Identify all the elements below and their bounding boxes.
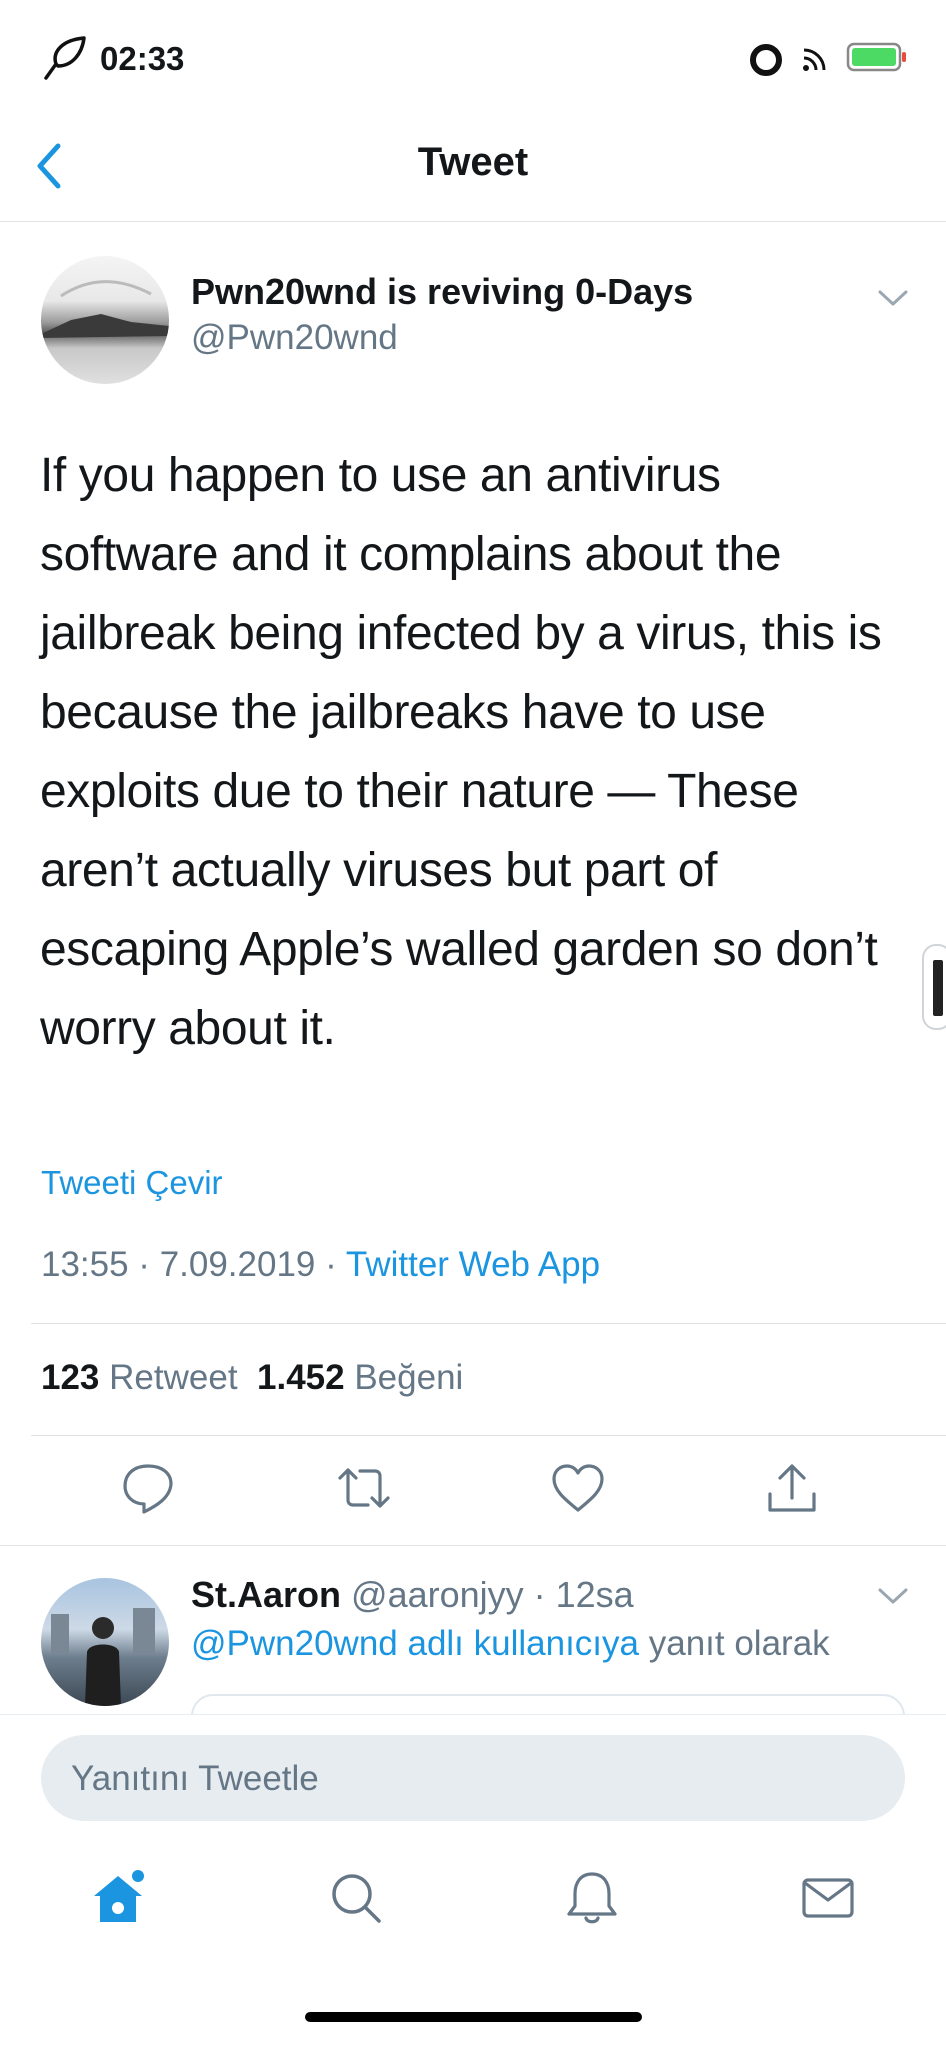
- author-avatar[interactable]: [41, 256, 169, 384]
- page-title: Tweet: [417, 140, 529, 184]
- reply-input-placeholder: Yanıtını Tweetle: [71, 1759, 319, 1798]
- chevron-down-icon[interactable]: [876, 1584, 910, 1608]
- side-drag-handle[interactable]: [922, 944, 946, 1030]
- compose-bar: Yanıtını Tweetle: [0, 1714, 946, 1824]
- loading-ring-icon: [750, 44, 782, 76]
- divider: [0, 1545, 946, 1546]
- home-indicator: [305, 2012, 642, 2022]
- nav-bar: Tweet: [0, 110, 946, 222]
- like-label[interactable]: Beğeni: [354, 1358, 463, 1397]
- author-name[interactable]: Pwn20wnd is reviving 0-Days: [191, 271, 693, 313]
- search-icon[interactable]: [326, 1868, 386, 1928]
- reply-author-name[interactable]: St.Aaron: [191, 1574, 341, 1615]
- reply-context: @Pwn20wnd adlı kullanıcıya yanıt olarak: [191, 1624, 830, 1664]
- like-icon[interactable]: [548, 1458, 608, 1518]
- share-icon[interactable]: [762, 1458, 822, 1518]
- tweet-source-link[interactable]: Twitter Web App: [346, 1245, 600, 1284]
- reply-icon[interactable]: [118, 1458, 178, 1518]
- reply-author-handle[interactable]: @aaronjyy · 12sa: [351, 1574, 634, 1615]
- feather-icon: [44, 36, 86, 80]
- mail-icon[interactable]: [798, 1868, 858, 1928]
- reply-context-suffix: yanıt olarak: [639, 1624, 830, 1663]
- divider: [31, 1435, 946, 1436]
- tweet-meta: 13:55 · 7.09.2019 · Twitter Web App: [41, 1245, 600, 1285]
- status-bar: 02:33: [0, 0, 946, 110]
- tweet-timestamp: 13:55 · 7.09.2019 ·: [41, 1245, 346, 1284]
- translate-tweet-link[interactable]: Tweeti Çevir: [41, 1164, 223, 1202]
- author-handle[interactable]: @Pwn20wnd: [191, 318, 398, 358]
- battery-icon: [846, 42, 906, 72]
- retweet-icon[interactable]: [334, 1458, 394, 1518]
- chevron-down-icon[interactable]: [876, 286, 910, 310]
- status-time: 02:33: [100, 40, 185, 77]
- bell-icon[interactable]: [562, 1868, 622, 1928]
- tweet-text: If you happen to use an antivirus softwa…: [40, 449, 882, 1055]
- reply-author: St.Aaron @aaronjyy · 12sa: [191, 1574, 634, 1616]
- tweet-stats: 123 Retweet 1.452 Beğeni: [41, 1358, 463, 1398]
- retweet-label[interactable]: Retweet: [109, 1358, 237, 1397]
- like-count[interactable]: 1.452: [257, 1358, 345, 1397]
- reply-input[interactable]: Yanıtını Tweetle: [41, 1735, 905, 1821]
- divider: [31, 1323, 946, 1324]
- avatar-landscape-image: [41, 280, 169, 338]
- wifi-icon: [803, 48, 826, 71]
- avatar-person-image: [51, 1608, 155, 1706]
- home-icon[interactable]: [88, 1868, 148, 1928]
- retweet-count[interactable]: 123: [41, 1358, 99, 1397]
- reply-author-avatar[interactable]: [41, 1578, 169, 1706]
- reply-mention-link[interactable]: @Pwn20wnd adlı kullanıcıya: [191, 1624, 639, 1663]
